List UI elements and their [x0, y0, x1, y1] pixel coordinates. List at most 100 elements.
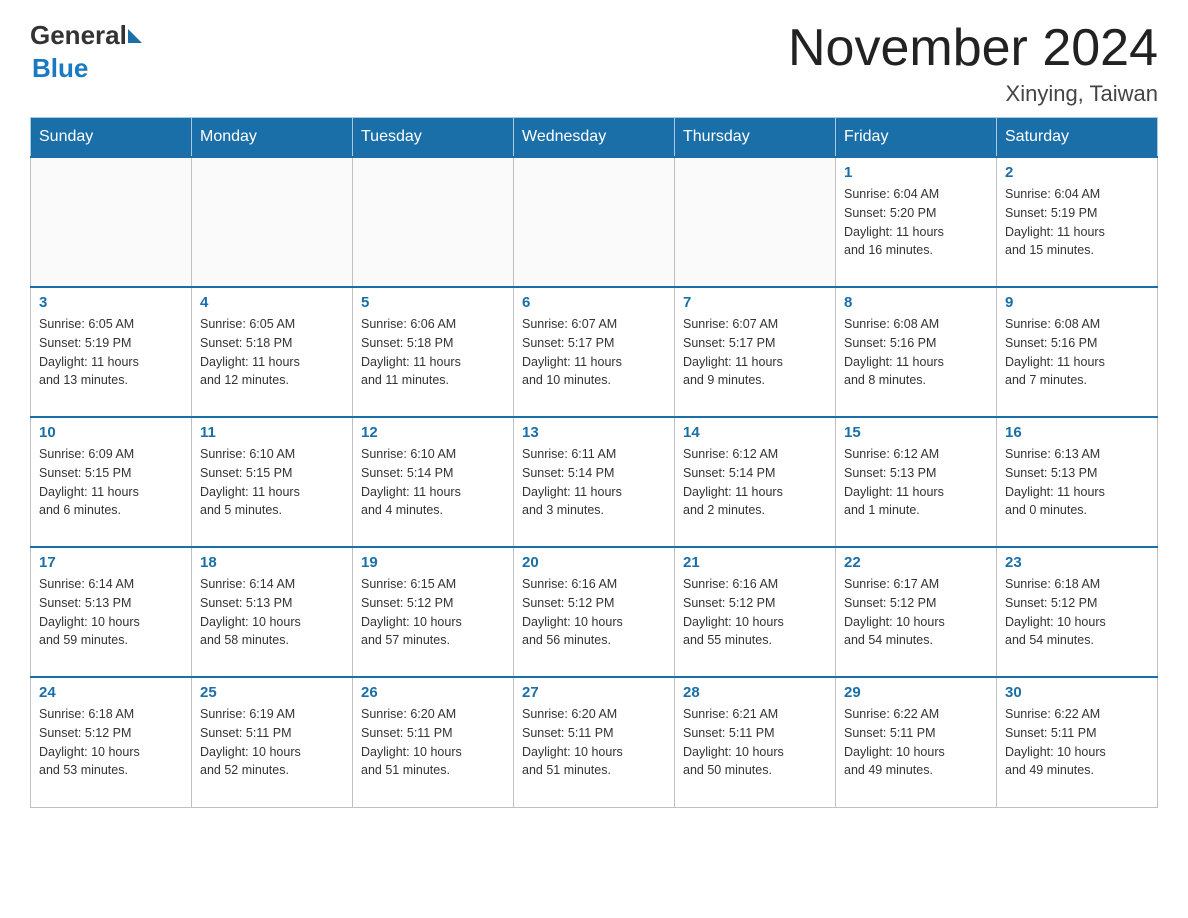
day-of-week-header: Monday — [192, 118, 353, 158]
day-number: 11 — [200, 424, 344, 441]
calendar-day-cell: 2 Sunrise: 6:04 AMSunset: 5:19 PMDaylight… — [997, 157, 1158, 287]
day-info: Sunrise: 6:20 AMSunset: 5:11 PMDaylight:… — [522, 705, 666, 780]
calendar-day-cell: 29 Sunrise: 6:22 AMSunset: 5:11 PMDayligh… — [836, 677, 997, 807]
day-info: Sunrise: 6:18 AMSunset: 5:12 PMDaylight:… — [39, 705, 183, 780]
day-number: 7 — [683, 294, 827, 311]
day-number: 22 — [844, 554, 988, 571]
day-info: Sunrise: 6:11 AMSunset: 5:14 PMDaylight:… — [522, 445, 666, 520]
day-info: Sunrise: 6:20 AMSunset: 5:11 PMDaylight:… — [361, 705, 505, 780]
calendar-header-row: SundayMondayTuesdayWednesdayThursdayFrid… — [31, 118, 1158, 158]
day-of-week-header: Thursday — [675, 118, 836, 158]
day-info: Sunrise: 6:21 AMSunset: 5:11 PMDaylight:… — [683, 705, 827, 780]
day-info: Sunrise: 6:22 AMSunset: 5:11 PMDaylight:… — [844, 705, 988, 780]
day-number: 27 — [522, 684, 666, 701]
day-number: 10 — [39, 424, 183, 441]
day-info: Sunrise: 6:10 AMSunset: 5:14 PMDaylight:… — [361, 445, 505, 520]
calendar-day-cell: 3 Sunrise: 6:05 AMSunset: 5:19 PMDaylight… — [31, 287, 192, 417]
calendar-day-cell: 5 Sunrise: 6:06 AMSunset: 5:18 PMDaylight… — [353, 287, 514, 417]
calendar-day-cell: 17Sunrise: 6:14 AMSunset: 5:13 PMDayligh… — [31, 547, 192, 677]
calendar-week-row: 1Sunrise: 6:04 AMSunset: 5:20 PMDaylight… — [31, 157, 1158, 287]
calendar-day-cell: 25 Sunrise: 6:19 AMSunset: 5:11 PMDayligh… — [192, 677, 353, 807]
day-info: Sunrise: 6:09 AMSunset: 5:15 PMDaylight:… — [39, 445, 183, 520]
day-number: 13 — [522, 424, 666, 441]
calendar-day-cell: 15 Sunrise: 6:12 AMSunset: 5:13 PMDayligh… — [836, 417, 997, 547]
logo-blue-text: Blue — [32, 53, 88, 83]
day-info: Sunrise: 6:07 AMSunset: 5:17 PMDaylight:… — [683, 315, 827, 390]
calendar-day-cell: 1Sunrise: 6:04 AMSunset: 5:20 PMDaylight… — [836, 157, 997, 287]
logo: General Blue — [30, 20, 143, 84]
calendar-week-row: 17Sunrise: 6:14 AMSunset: 5:13 PMDayligh… — [31, 547, 1158, 677]
calendar-day-cell: 14 Sunrise: 6:12 AMSunset: 5:14 PMDayligh… — [675, 417, 836, 547]
calendar-day-cell: 6Sunrise: 6:07 AMSunset: 5:17 PMDaylight… — [514, 287, 675, 417]
logo-general-text: General — [30, 20, 127, 51]
day-info: Sunrise: 6:08 AMSunset: 5:16 PMDaylight:… — [1005, 315, 1149, 390]
calendar-day-cell: 12 Sunrise: 6:10 AMSunset: 5:14 PMDayligh… — [353, 417, 514, 547]
day-info: Sunrise: 6:14 AMSunset: 5:13 PMDaylight:… — [200, 575, 344, 650]
day-number: 9 — [1005, 294, 1149, 311]
day-number: 14 — [683, 424, 827, 441]
day-number: 12 — [361, 424, 505, 441]
calendar-day-cell: 19 Sunrise: 6:15 AMSunset: 5:12 PMDayligh… — [353, 547, 514, 677]
day-number: 29 — [844, 684, 988, 701]
day-number: 4 — [200, 294, 344, 311]
calendar-day-cell: 11Sunrise: 6:10 AMSunset: 5:15 PMDayligh… — [192, 417, 353, 547]
day-number: 23 — [1005, 554, 1149, 571]
day-number: 16 — [1005, 424, 1149, 441]
calendar-week-row: 3 Sunrise: 6:05 AMSunset: 5:19 PMDaylight… — [31, 287, 1158, 417]
calendar-day-cell — [675, 157, 836, 287]
day-number: 30 — [1005, 684, 1149, 701]
calendar-day-cell: 28 Sunrise: 6:21 AMSunset: 5:11 PMDayligh… — [675, 677, 836, 807]
page-header: General Blue November 2024 Xinying, Taiw… — [30, 20, 1158, 107]
calendar-day-cell: 30 Sunrise: 6:22 AMSunset: 5:11 PMDayligh… — [997, 677, 1158, 807]
day-info: Sunrise: 6:18 AMSunset: 5:12 PMDaylight:… — [1005, 575, 1149, 650]
calendar-day-cell: 24Sunrise: 6:18 AMSunset: 5:12 PMDayligh… — [31, 677, 192, 807]
calendar-day-cell: 16Sunrise: 6:13 AMSunset: 5:13 PMDayligh… — [997, 417, 1158, 547]
calendar-week-row: 24Sunrise: 6:18 AMSunset: 5:12 PMDayligh… — [31, 677, 1158, 807]
day-info: Sunrise: 6:05 AMSunset: 5:19 PMDaylight:… — [39, 315, 183, 390]
day-of-week-header: Sunday — [31, 118, 192, 158]
calendar-day-cell: 18 Sunrise: 6:14 AMSunset: 5:13 PMDayligh… — [192, 547, 353, 677]
calendar-day-cell: 9 Sunrise: 6:08 AMSunset: 5:16 PMDaylight… — [997, 287, 1158, 417]
day-info: Sunrise: 6:12 AMSunset: 5:14 PMDaylight:… — [683, 445, 827, 520]
day-number: 3 — [39, 294, 183, 311]
day-of-week-header: Wednesday — [514, 118, 675, 158]
calendar-day-cell: 27 Sunrise: 6:20 AMSunset: 5:11 PMDayligh… — [514, 677, 675, 807]
location-text: Xinying, Taiwan — [788, 81, 1158, 107]
day-number: 28 — [683, 684, 827, 701]
day-info: Sunrise: 6:19 AMSunset: 5:11 PMDaylight:… — [200, 705, 344, 780]
day-info: Sunrise: 6:04 AMSunset: 5:19 PMDaylight:… — [1005, 185, 1149, 260]
month-title: November 2024 — [788, 20, 1158, 77]
day-of-week-header: Friday — [836, 118, 997, 158]
calendar-day-cell: 7 Sunrise: 6:07 AMSunset: 5:17 PMDaylight… — [675, 287, 836, 417]
day-info: Sunrise: 6:17 AMSunset: 5:12 PMDaylight:… — [844, 575, 988, 650]
calendar-day-cell: 26 Sunrise: 6:20 AMSunset: 5:11 PMDayligh… — [353, 677, 514, 807]
day-info: Sunrise: 6:08 AMSunset: 5:16 PMDaylight:… — [844, 315, 988, 390]
day-info: Sunrise: 6:16 AMSunset: 5:12 PMDaylight:… — [522, 575, 666, 650]
day-info: Sunrise: 6:15 AMSunset: 5:12 PMDaylight:… — [361, 575, 505, 650]
day-info: Sunrise: 6:22 AMSunset: 5:11 PMDaylight:… — [1005, 705, 1149, 780]
day-number: 21 — [683, 554, 827, 571]
day-number: 6 — [522, 294, 666, 311]
calendar-day-cell: 13 Sunrise: 6:11 AMSunset: 5:14 PMDayligh… — [514, 417, 675, 547]
day-of-week-header: Tuesday — [353, 118, 514, 158]
day-number: 19 — [361, 554, 505, 571]
day-info: Sunrise: 6:06 AMSunset: 5:18 PMDaylight:… — [361, 315, 505, 390]
day-number: 20 — [522, 554, 666, 571]
calendar-day-cell: 8Sunrise: 6:08 AMSunset: 5:16 PMDaylight… — [836, 287, 997, 417]
day-number: 26 — [361, 684, 505, 701]
day-number: 1 — [844, 164, 988, 181]
title-section: November 2024 Xinying, Taiwan — [788, 20, 1158, 107]
day-info: Sunrise: 6:14 AMSunset: 5:13 PMDaylight:… — [39, 575, 183, 650]
day-of-week-header: Saturday — [997, 118, 1158, 158]
day-number: 25 — [200, 684, 344, 701]
day-number: 15 — [844, 424, 988, 441]
calendar-day-cell — [353, 157, 514, 287]
calendar-day-cell: 10 Sunrise: 6:09 AMSunset: 5:15 PMDayligh… — [31, 417, 192, 547]
calendar-day-cell — [192, 157, 353, 287]
calendar-day-cell: 4Sunrise: 6:05 AMSunset: 5:18 PMDaylight… — [192, 287, 353, 417]
day-number: 5 — [361, 294, 505, 311]
day-info: Sunrise: 6:12 AMSunset: 5:13 PMDaylight:… — [844, 445, 988, 520]
day-number: 18 — [200, 554, 344, 571]
day-number: 2 — [1005, 164, 1149, 181]
logo-arrow-icon — [128, 29, 142, 43]
